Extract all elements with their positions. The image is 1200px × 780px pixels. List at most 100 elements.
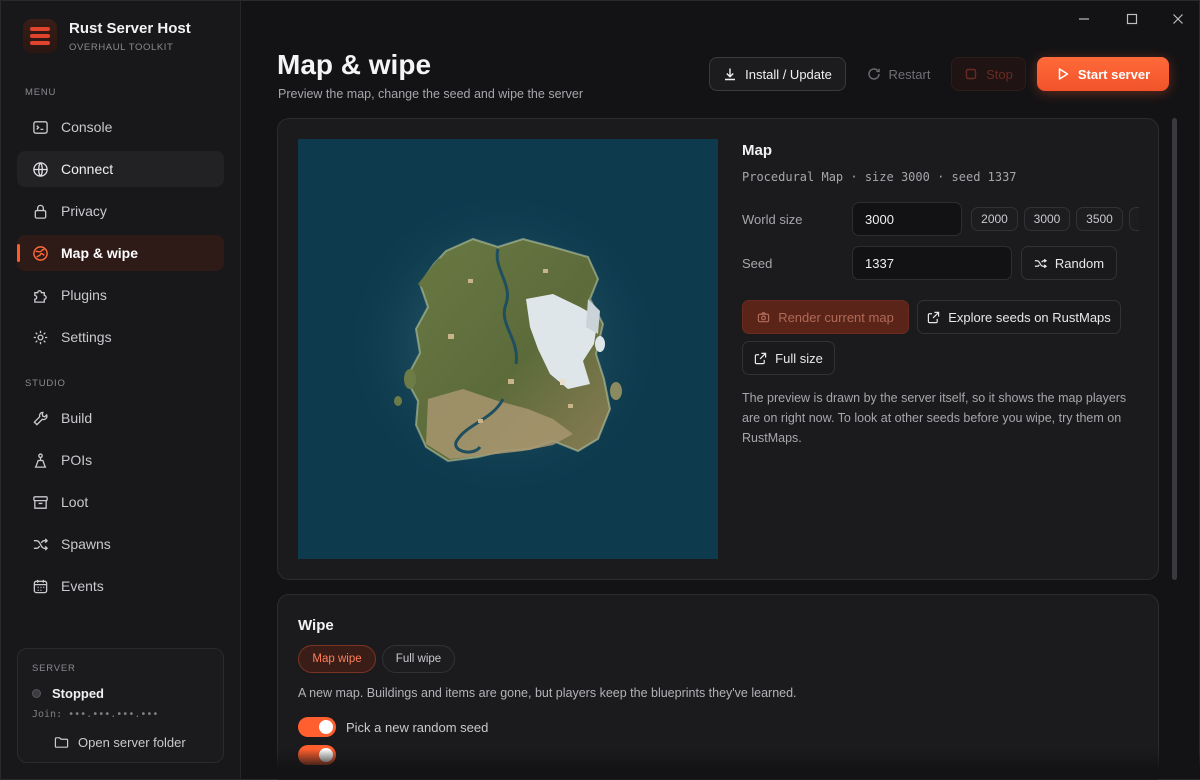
poi-icon <box>31 451 49 469</box>
scrollbar[interactable] <box>1172 118 1177 580</box>
map-wipe-tab[interactable]: Map wipe <box>298 645 376 673</box>
play-icon <box>1058 68 1069 80</box>
sidebar-item-map-wipe[interactable]: Map & wipe <box>17 235 224 271</box>
sidebar-item-events[interactable]: Events <box>17 568 224 604</box>
maximize-button[interactable] <box>1120 9 1144 29</box>
install-update-label: Install / Update <box>745 66 832 82</box>
seed-input[interactable]: 1337 <box>852 246 1012 280</box>
restart-icon <box>867 68 880 80</box>
external-link-icon <box>927 311 940 323</box>
start-server-button[interactable]: Start server <box>1037 57 1169 91</box>
explore-seeds-button[interactable]: Explore seeds on RustMaps <box>917 300 1121 334</box>
open-server-folder-label: Open server folder <box>78 735 186 750</box>
restart-label: Restart <box>888 66 931 82</box>
server-section-label: SERVER <box>32 663 76 674</box>
close-icon <box>1173 14 1183 24</box>
sidebar-item-loot[interactable]: Loot <box>17 484 224 520</box>
sidebar-item-label: Map & wipe <box>61 245 139 261</box>
sidebar-item-privacy[interactable]: Privacy <box>17 193 224 229</box>
map-preview-image <box>298 139 718 559</box>
random-seed-button[interactable]: Random <box>1021 246 1117 280</box>
random-seed-toggle[interactable] <box>298 717 336 737</box>
puzzle-icon <box>31 286 49 304</box>
sidebar-item-plugins[interactable]: Plugins <box>17 277 224 313</box>
full-wipe-tab[interactable]: Full wipe <box>382 645 455 673</box>
full-size-button[interactable]: Full size <box>742 341 835 375</box>
map-meta: Procedural Map · size 3000 · seed 1337 <box>742 170 1017 184</box>
server-status: Stopped <box>32 686 104 701</box>
sidebar-item-label: Plugins <box>61 287 107 303</box>
sidebar: Rust Server Host OVERHAUL TOOLKIT MENU C… <box>1 1 241 779</box>
sidebar-item-label: Privacy <box>61 203 107 219</box>
size-preset-more[interactable] <box>1129 207 1139 231</box>
render-current-map-label: Render current map <box>778 309 894 325</box>
status-dot-icon <box>32 689 41 698</box>
gear-icon <box>31 328 49 346</box>
globe-icon <box>31 160 49 178</box>
stop-button[interactable]: Stop <box>951 57 1026 91</box>
sidebar-item-label: Settings <box>61 329 112 345</box>
random-seed-label: Random <box>1054 255 1105 271</box>
size-preset-3000[interactable]: 3000 <box>1024 207 1070 231</box>
seed-label: Seed <box>742 256 773 271</box>
sidebar-item-label: Console <box>61 119 113 135</box>
app-title: Rust Server Host <box>69 19 191 37</box>
sidebar-item-settings[interactable]: Settings <box>17 319 224 355</box>
sidebar-item-spawns[interactable]: Spawns <box>17 526 224 562</box>
stop-label: Stop <box>986 66 1013 82</box>
world-size-input[interactable]: 3000 <box>852 202 962 236</box>
camera-icon <box>757 311 770 322</box>
app-logo-icon <box>23 19 57 53</box>
server-status-text: Stopped <box>52 686 104 701</box>
stop-icon <box>965 68 977 80</box>
wipe-heading: Wipe <box>298 617 334 634</box>
page-subtitle: Preview the map, change the seed and wip… <box>278 87 584 101</box>
map-heading: Map <box>742 142 772 159</box>
size-preset-3500[interactable]: 3500 <box>1076 207 1123 231</box>
sidebar-item-label: Events <box>61 578 104 594</box>
map-note: The preview is drawn by the server itsel… <box>742 391 1127 445</box>
app-subtitle: OVERHAUL TOOLKIT <box>69 41 174 53</box>
wrench-icon <box>31 409 49 427</box>
random-seed-option: Pick a new random seed <box>298 717 488 737</box>
shuffle-icon <box>31 535 49 553</box>
studio-section-label: STUDIO <box>25 378 66 389</box>
open-server-folder-button[interactable]: Open server folder <box>54 735 186 750</box>
sidebar-item-connect[interactable]: Connect <box>17 151 224 187</box>
size-preset-2000[interactable]: 2000 <box>971 207 1018 231</box>
scroll-fade <box>242 749 1200 779</box>
sidebar-item-build[interactable]: Build <box>17 400 224 436</box>
maximize-icon <box>1126 13 1138 25</box>
external-link-icon <box>754 352 767 364</box>
start-server-label: Start server <box>1077 66 1151 82</box>
sidebar-item-pois[interactable]: POIs <box>17 442 224 478</box>
sidebar-item-label: Spawns <box>61 536 111 552</box>
sidebar-item-label: Connect <box>61 161 114 177</box>
map-card: Map Procedural Map · size 3000 · seed 13… <box>277 118 1159 580</box>
brand: Rust Server Host OVERHAUL TOOLKIT <box>23 19 191 53</box>
map-icon <box>31 244 49 262</box>
wipe-description: A new map. Buildings and items are gone,… <box>298 686 797 700</box>
sidebar-item-label: Build <box>61 410 93 426</box>
lock-icon <box>31 202 49 220</box>
app-window: Rust Server Host OVERHAUL TOOLKIT MENU C… <box>0 0 1200 780</box>
sidebar-item-console[interactable]: Console <box>17 109 224 145</box>
page-title: Map & wipe <box>277 49 432 80</box>
explore-seeds-label: Explore seeds on RustMaps <box>948 309 1111 325</box>
join-address: Join: •••.•••.•••.••• <box>32 709 159 720</box>
minimize-icon <box>1079 18 1089 20</box>
sidebar-item-label: POIs <box>61 452 93 468</box>
console-icon <box>31 118 49 136</box>
server-status-card: SERVER Stopped Join: •••.•••.•••.••• Ope… <box>17 648 224 763</box>
random-seed-option-label: Pick a new random seed <box>346 719 489 735</box>
minimize-button[interactable] <box>1072 9 1096 29</box>
restart-button[interactable]: Restart <box>854 57 943 91</box>
close-button[interactable] <box>1166 9 1190 29</box>
render-current-map-button[interactable]: Render current map <box>742 300 909 334</box>
install-update-button[interactable]: Install / Update <box>709 57 846 91</box>
folder-icon <box>54 737 69 748</box>
shuffle-icon <box>1034 258 1047 268</box>
map-render-image <box>298 139 718 559</box>
archive-icon <box>31 493 49 511</box>
full-size-label: Full size <box>775 350 823 366</box>
